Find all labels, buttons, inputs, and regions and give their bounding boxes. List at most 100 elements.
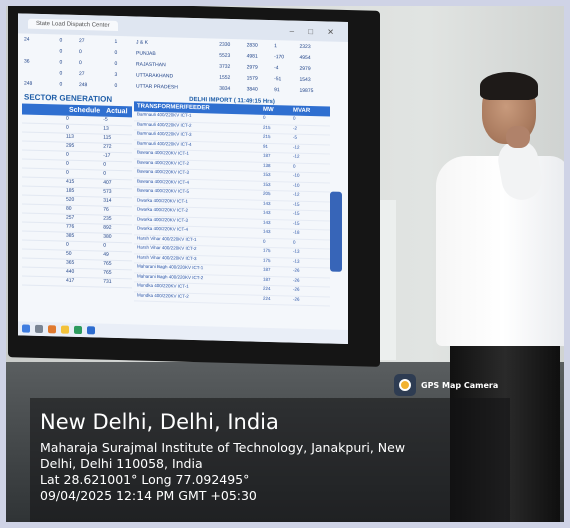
generation-cell: 380 bbox=[103, 233, 112, 240]
generation-cell: 50 bbox=[65, 250, 72, 257]
transformer-row-cell: 143 bbox=[263, 209, 271, 216]
generation-cell: 113 bbox=[65, 133, 74, 140]
transformer-row-cell: -10 bbox=[293, 172, 300, 178]
generation-cell: 0 bbox=[65, 169, 69, 176]
transformer-row-cell: 215 bbox=[263, 124, 271, 130]
transformer-row-cell: 224 bbox=[263, 285, 271, 292]
transformer-row-cell: 0 bbox=[293, 163, 296, 169]
transformer-row-cell: 187 bbox=[263, 266, 271, 273]
generation-cell: 415 bbox=[65, 178, 75, 185]
right-column: J & K 2330 2830 1 2323 PUNJAB 5523 4981 -170 4954… bbox=[134, 36, 330, 307]
generation-cell: 892 bbox=[103, 224, 112, 231]
transformer-row-cell: -15 bbox=[293, 201, 300, 207]
transformer-row-cell: -2 bbox=[293, 125, 298, 131]
top-right-row-cell: -51 bbox=[274, 75, 282, 82]
map-pin-icon bbox=[394, 374, 416, 396]
top-right-row-cell: 2979 bbox=[299, 65, 311, 72]
transformer-row-cell: 205 bbox=[263, 190, 271, 197]
transformer-row-cell: -13 bbox=[293, 248, 300, 254]
generation-row-spacer bbox=[22, 276, 63, 285]
transformer-row-cell: 175 bbox=[263, 247, 271, 254]
coordinates: Lat 28.621001° Long 77.092495° bbox=[40, 472, 250, 487]
top-right-row-cell: 1552 bbox=[219, 74, 231, 81]
generation-cell: 0 bbox=[65, 115, 69, 122]
sector-generation-title: SECTOR GENERATION bbox=[24, 92, 113, 104]
top-left-row-cell: 0 bbox=[114, 82, 118, 89]
generation-rows: 0 -5 0 13 113 115 295 272 0 -17 0 0 0 0 415 407 185 573 52… bbox=[22, 114, 132, 289]
generation-cell: 573 bbox=[103, 188, 112, 195]
top-left-row-cell: 0 bbox=[59, 36, 63, 44]
transformer-row-cell: -15 bbox=[293, 210, 300, 216]
window-controls[interactable]: – □ ✕ bbox=[290, 26, 340, 36]
top-left-row-cell bbox=[22, 44, 57, 56]
transformer-row-cell: -12 bbox=[293, 144, 300, 150]
top-left-row-cell: 27 bbox=[78, 37, 85, 44]
generation-cell: 417 bbox=[65, 277, 75, 284]
top-left-row-cell: 248 bbox=[24, 80, 33, 87]
generation-row-spacer bbox=[22, 204, 63, 213]
generation-row-spacer bbox=[22, 159, 63, 168]
presenter-hair bbox=[480, 72, 538, 100]
transformer-row-cell: 0 bbox=[293, 239, 296, 245]
top-right-row-cell: 2330 bbox=[219, 41, 231, 48]
top-right-row-cell: UTTAR PRADESH bbox=[136, 82, 178, 91]
side-toolbar[interactable] bbox=[330, 191, 342, 272]
generation-cell: 235 bbox=[103, 215, 112, 222]
search-icon[interactable] bbox=[35, 324, 43, 334]
top-right-row-cell: 2323 bbox=[299, 43, 311, 50]
top-left-row-cell: 3 bbox=[114, 71, 118, 78]
transformer-row-cell: 187 bbox=[263, 152, 271, 159]
transformer-row-cell: 143 bbox=[263, 219, 271, 225]
generation-cell: 0 bbox=[103, 242, 107, 249]
generation-cell: 0 bbox=[65, 124, 69, 131]
top-left-row-cell: 0 bbox=[59, 80, 63, 88]
generation-row-spacer bbox=[22, 123, 63, 132]
top-left-row-cell: 36 bbox=[24, 58, 30, 65]
location-title: New Delhi, Delhi, India bbox=[40, 410, 279, 434]
generation-cell: 776 bbox=[65, 223, 75, 230]
top-left-row-cell: 0 bbox=[78, 48, 82, 55]
transformer-row-cell: 0 bbox=[263, 238, 266, 244]
generation-cell: 0 bbox=[65, 160, 69, 167]
transformer-row-cell: 215 bbox=[263, 133, 271, 140]
gps-map-camera-badge: GPS Map Camera bbox=[394, 373, 514, 397]
actual-header: Actual bbox=[106, 107, 128, 116]
edge-icon[interactable] bbox=[87, 326, 95, 335]
top-right-row-cell: 1 bbox=[274, 42, 277, 49]
left-column: 24 0 27 1 0 0 0 36 0 0 0 0 27 3 248 0 248 0 SECTOR GENERA… bbox=[22, 33, 132, 289]
generation-row-spacer bbox=[22, 132, 63, 141]
app-icon[interactable] bbox=[48, 325, 56, 334]
top-left-row: 248 0 248 0 bbox=[22, 77, 132, 91]
top-left-row-cell: 0 bbox=[59, 58, 63, 66]
transformer-row-cell: -26 bbox=[293, 277, 300, 283]
whiteboard-stand bbox=[380, 200, 396, 360]
address-line-2: Delhi, Delhi 110058, India bbox=[40, 456, 203, 471]
timestamp: 09/04/2025 12:14 PM GMT +05:30 bbox=[40, 488, 257, 503]
folder-icon[interactable] bbox=[61, 325, 69, 334]
top-left-row-cell: 1 bbox=[114, 38, 118, 45]
gps-badge-label: GPS Map Camera bbox=[421, 380, 499, 390]
mvar-col-header: MVAR bbox=[293, 107, 311, 115]
transformer-row-cell: -15 bbox=[293, 220, 300, 226]
start-icon[interactable] bbox=[22, 324, 30, 333]
generation-row-spacer bbox=[22, 141, 63, 150]
browser-icon[interactable] bbox=[74, 325, 82, 335]
top-left-row-cell: 0 bbox=[114, 49, 118, 56]
display-monitor: State Load Dispatch Center – □ ✕ 24 0 27 1 0… bbox=[8, 1, 380, 367]
generation-cell: 0 bbox=[103, 170, 107, 177]
top-left-row-cell: 0 bbox=[114, 60, 118, 67]
generation-row-spacer bbox=[22, 186, 63, 195]
transformer-row-cell: 91 bbox=[263, 143, 269, 149]
transformer-row-cell: -13 bbox=[293, 258, 300, 264]
browser-tab[interactable]: State Load Dispatch Center bbox=[28, 18, 118, 32]
top-left-row-cell: 0 bbox=[59, 47, 63, 55]
generation-cell: 0 bbox=[103, 161, 107, 168]
presenter-hand bbox=[506, 126, 530, 148]
top-left-row-cell: 0 bbox=[59, 69, 63, 77]
generation-row-spacer bbox=[22, 240, 63, 249]
generation-row-spacer bbox=[22, 231, 63, 240]
generation-cell: -17 bbox=[103, 152, 111, 159]
transformer-row-cell: 175 bbox=[263, 257, 271, 263]
top-right-row-cell: -4 bbox=[274, 64, 279, 71]
generation-cell: 272 bbox=[103, 143, 112, 150]
